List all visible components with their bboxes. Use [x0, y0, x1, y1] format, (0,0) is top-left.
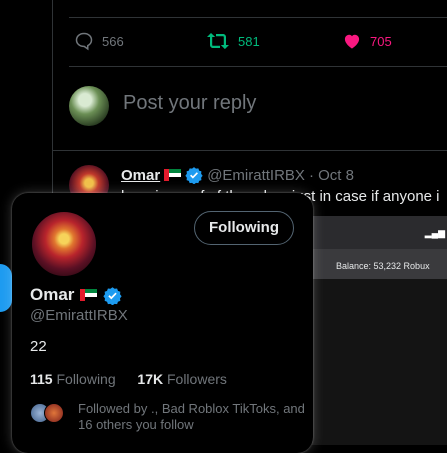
followers-label: Followers	[166, 371, 227, 387]
like-action[interactable]: 705	[342, 31, 392, 51]
followed-by-text: Followed by ., Bad Roblox TikToks, and 1…	[78, 401, 305, 432]
profile-bio: 22	[30, 338, 47, 355]
following-count: 115	[30, 371, 53, 387]
tweet-author-handle[interactable]: @EmirattIRBX	[207, 167, 305, 184]
composer-divider	[52, 150, 447, 151]
following-stat[interactable]: 115 Following	[30, 371, 120, 387]
profile-name[interactable]: Omar	[30, 285, 74, 305]
action-bar-divider	[69, 66, 447, 67]
tweet-header: Omar @EmirattIRBX · Oct 8	[121, 166, 354, 184]
verified-badge-icon	[103, 286, 123, 305]
verified-badge-icon	[185, 167, 203, 184]
tweet-date[interactable]: · Oct 8	[309, 167, 354, 184]
current-user-avatar[interactable]	[69, 86, 109, 126]
profile-hover-card: Following Omar @EmirattIRBX 22 115 Follo…	[12, 193, 313, 453]
retweet-action[interactable]: 581	[206, 31, 260, 51]
reply-icon	[75, 32, 93, 51]
followers-stat[interactable]: 17K Followers	[137, 371, 226, 387]
follower-avatar	[44, 403, 64, 423]
retweet-count: 581	[238, 33, 260, 49]
profile-name-row: Omar	[30, 285, 123, 305]
following-button[interactable]: Following	[194, 211, 294, 245]
heart-icon	[344, 34, 360, 49]
uae-flag-icon	[164, 169, 182, 181]
following-label: Following	[56, 371, 116, 387]
image-balance-text: Balance: 53,232 Robux	[336, 261, 430, 271]
signal-icon: ▂▄▆	[424, 228, 445, 238]
tweet-image[interactable]: ▂▄▆ Balance: 53,232 Robux	[312, 216, 447, 445]
like-count: 705	[370, 33, 392, 49]
retweet-icon	[207, 33, 229, 49]
followers-count: 17K	[137, 371, 164, 387]
tweet-divider-top	[69, 17, 447, 18]
side-action-button[interactable]	[0, 264, 12, 312]
uae-flag-icon	[80, 289, 98, 301]
profile-avatar[interactable]	[30, 210, 98, 278]
reply-count: 566	[102, 33, 124, 49]
tweet-author-name[interactable]: Omar	[121, 167, 160, 184]
reply-input[interactable]: Post your reply	[123, 92, 256, 115]
reply-action[interactable]: 566	[74, 31, 124, 51]
profile-handle[interactable]: @EmirattIRBX	[30, 307, 128, 324]
profile-stats: 115 Following 17K Followers	[30, 371, 227, 387]
